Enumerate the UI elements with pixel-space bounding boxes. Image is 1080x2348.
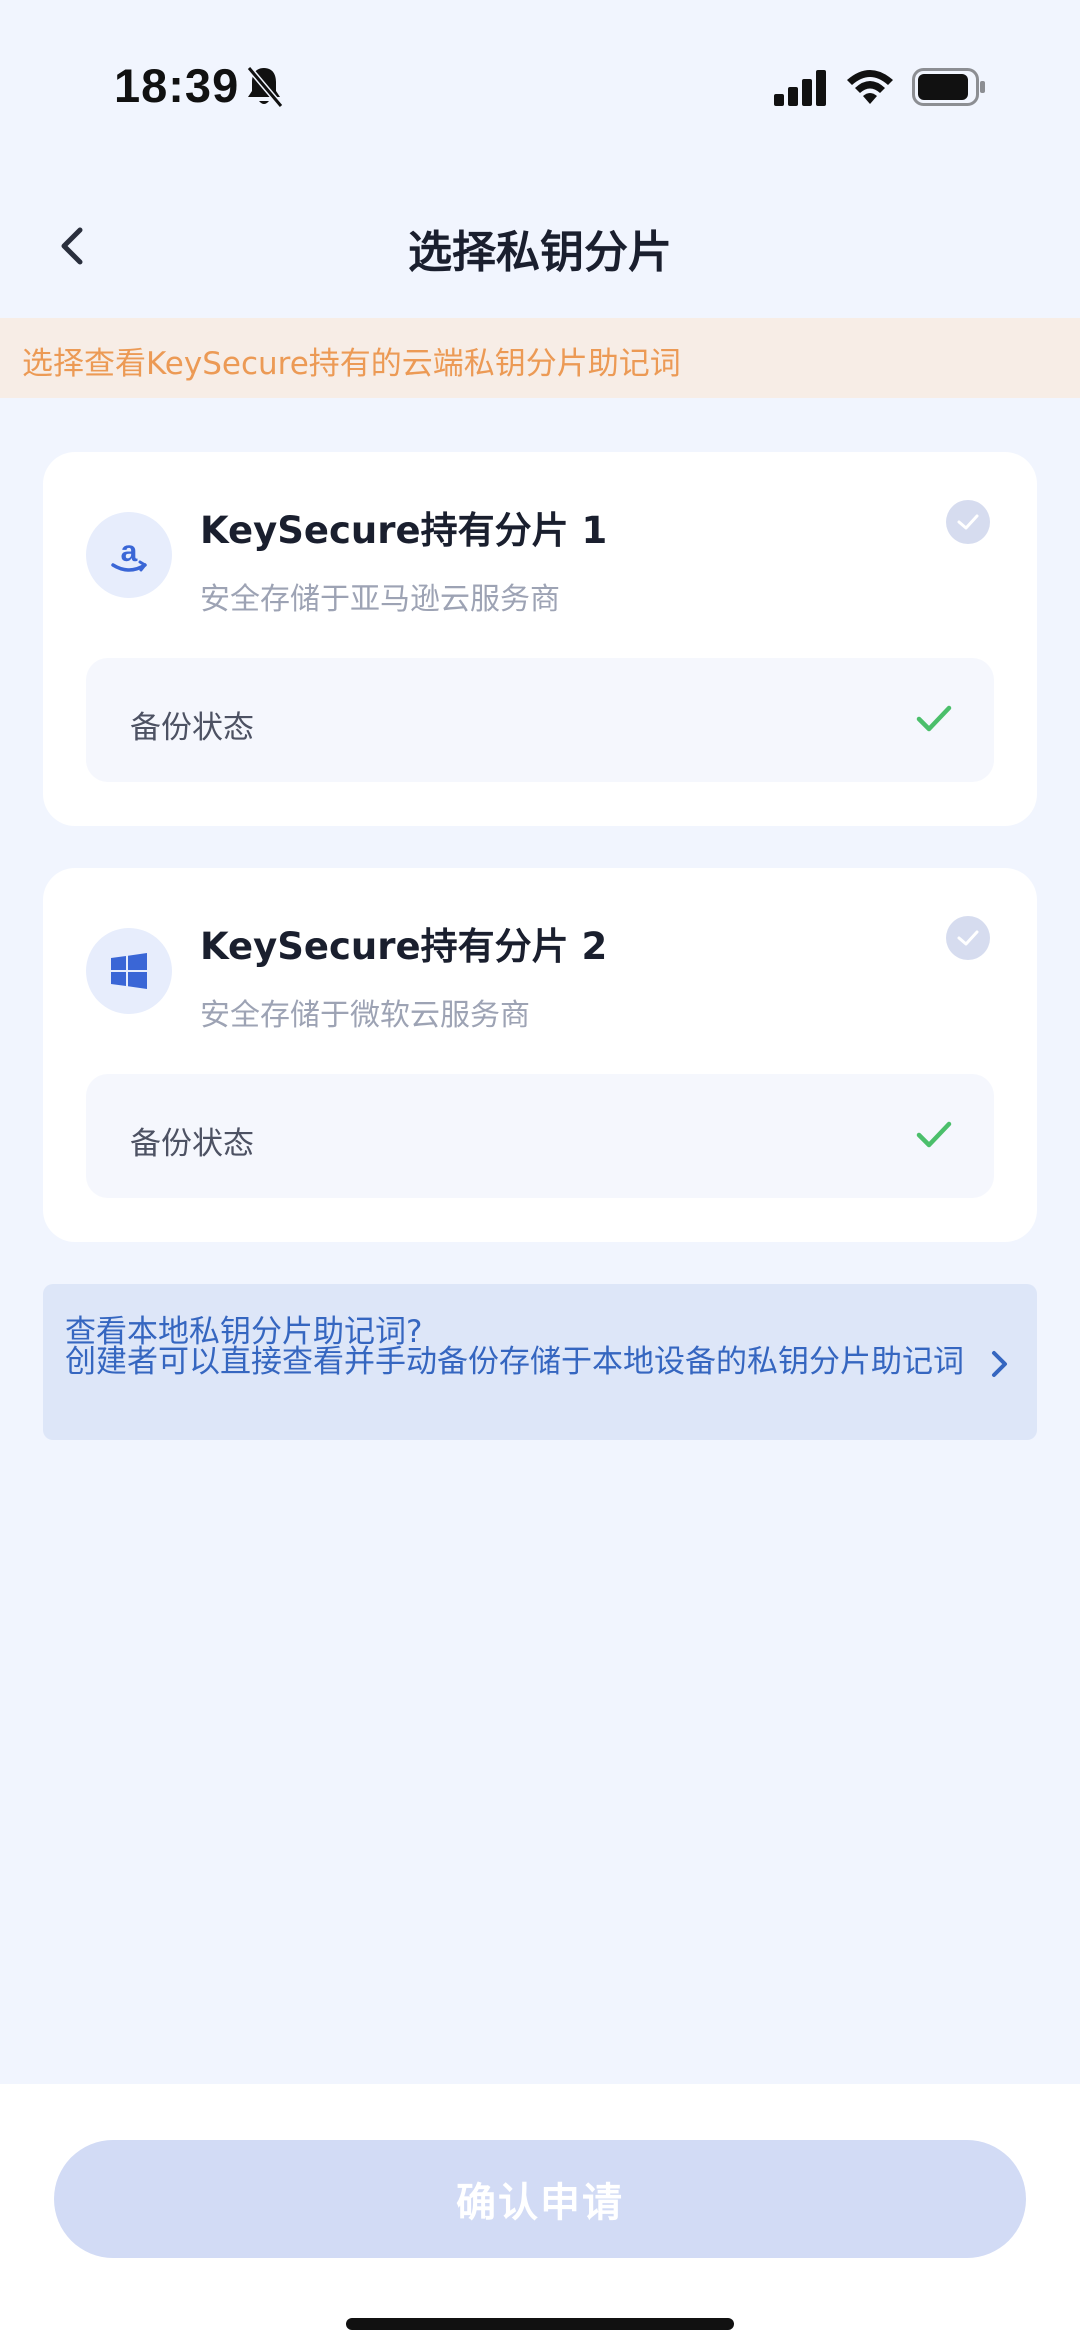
home-indicator — [346, 2318, 734, 2330]
status-time: 18:39 — [114, 59, 240, 112]
local-mnemonic-link[interactable]: 查看本地私钥分片助记词? 创建者可以直接查看并手动备份存储于本地设备的私钥分片助… — [43, 1284, 1037, 1440]
notice-banner: 选择查看KeySecure持有的云端私钥分片助记词 — [0, 318, 1080, 398]
wifi-icon — [847, 70, 893, 104]
notice-text: 选择查看KeySecure持有的云端私钥分片助记词 — [22, 346, 681, 382]
status-bar: 18:39 — [0, 0, 1080, 170]
backup-status-label: 备份状态 — [130, 710, 254, 746]
amazon-icon: a — [111, 535, 147, 572]
local-mnemonic-description: 创建者可以直接查看并手动备份存储于本地设备的私钥分片助记词 — [65, 1344, 964, 1380]
bell-muted-icon — [246, 66, 284, 108]
chevron-right-icon — [992, 1351, 1007, 1377]
backup-status-row: 备份状态 — [86, 1074, 994, 1198]
page-title: 选择私钥分片 — [408, 227, 672, 278]
backup-status-label: 备份状态 — [130, 1126, 254, 1162]
backup-status-row: 备份状态 — [86, 658, 994, 782]
svg-text:a: a — [121, 535, 138, 568]
select-checkbox[interactable] — [946, 500, 990, 544]
checkmark-icon — [957, 514, 979, 530]
green-check-icon — [916, 705, 952, 732]
footer: 确认申请 — [0, 2084, 1080, 2348]
checkmark-icon — [957, 930, 979, 946]
shard-subtitle: 安全存储于亚马逊云服务商 — [200, 582, 560, 617]
battery-icon — [912, 68, 985, 106]
shard-title: KeySecure持有分片 1 — [200, 509, 608, 552]
shard-title: KeySecure持有分片 2 — [200, 925, 608, 968]
windows-icon — [111, 953, 147, 989]
confirm-apply-button[interactable]: 确认申请 — [54, 2140, 1026, 2258]
green-check-icon — [916, 1121, 952, 1148]
shard-subtitle: 安全存储于微软云服务商 — [200, 998, 530, 1033]
shard-card-1[interactable]: a KeySecure持有分片 1 安全存储于亚马逊云服务商 备份状态 — [43, 452, 1037, 826]
cellular-signal-icon — [774, 70, 826, 106]
nav-bar: 选择私钥分片 — [0, 190, 1080, 300]
select-checkbox[interactable] — [946, 916, 990, 960]
provider-logo: a — [86, 512, 172, 598]
shard-card-2[interactable]: KeySecure持有分片 2 安全存储于微软云服务商 备份状态 — [43, 868, 1037, 1242]
provider-logo — [86, 928, 172, 1014]
